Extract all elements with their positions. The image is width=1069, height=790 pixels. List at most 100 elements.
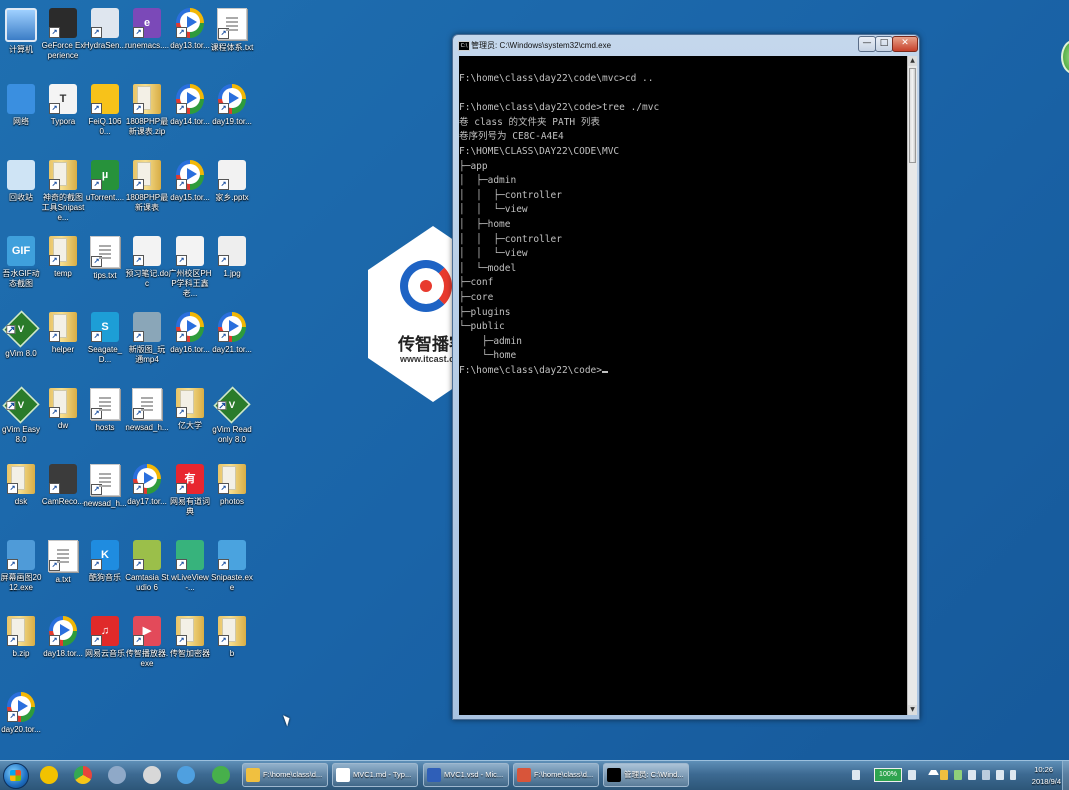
tray-security-icon[interactable] [982, 770, 990, 780]
desktop-icon[interactable]: ↗ 预习笔记.doc [125, 236, 169, 289]
folder-icon: ↗ [49, 312, 77, 342]
network-tool-icon[interactable] [174, 764, 198, 786]
desktop-icon[interactable]: ↗ day16.tor... [168, 312, 212, 355]
taskbar-window-button[interactable]: F:\home\class\d... [242, 763, 328, 787]
desktop-icon[interactable]: ↗ CamReco... [41, 464, 85, 507]
desktop-icon[interactable]: ↗ Snipaste.exe [210, 540, 254, 593]
desktop-icon[interactable]: T ↗ Typora [41, 84, 85, 127]
maximize-button[interactable]: □ [875, 36, 893, 52]
desktop-icon[interactable]: ↗ newsad_h... [83, 464, 127, 509]
tray-ime-icon[interactable] [968, 770, 976, 780]
scroll-up-arrow-icon[interactable]: ▲ [908, 56, 917, 66]
cmd-window[interactable]: C:\ 管理员: C:\Windows\system32\cmd.exe — □… [452, 34, 920, 720]
desktop-icon[interactable]: V ↗ gVim Easy 8.0 [0, 386, 43, 445]
desktop-icon-label: day19.tor... [212, 117, 252, 126]
shortcut-arrow-icon: ↗ [218, 635, 229, 646]
desktop-icon[interactable]: ↗ 家乡.pptx [210, 160, 254, 203]
desktop-icon[interactable]: ↗ 新版图_玩通mp4 [125, 312, 169, 365]
desktop-icon[interactable]: ↗ tips.txt [83, 236, 127, 281]
desktop-icon[interactable]: ↗ 传智加密器 [168, 616, 212, 659]
clock-date[interactable]: 2018/9/4 [1032, 777, 1061, 786]
desktop-icon[interactable]: 计算机 [0, 8, 43, 55]
tray-display-icon[interactable] [996, 770, 1004, 780]
show-desktop-button[interactable] [1062, 761, 1069, 790]
sidebar-gadget-icon[interactable] [1061, 40, 1069, 74]
vertical-scrollbar[interactable]: ▲ ▼ [907, 56, 917, 715]
desktop-icon[interactable]: ▶ ↗ 传智播放器.exe [125, 616, 169, 669]
clock-time[interactable]: 10:26 [1034, 765, 1053, 774]
desktop-icon[interactable]: µ ↗ uTorrent.... [83, 160, 127, 203]
desktop-icon[interactable]: ↗ 1808PHP最新课表.zip [125, 84, 169, 137]
desktop-icon[interactable]: ↗ 亿大学 [168, 388, 212, 431]
desktop-icon-label: 计算机 [9, 45, 33, 54]
desktop-icon[interactable]: V ↗ gVim 8.0 [0, 310, 43, 359]
cmd-titlebar[interactable]: C:\ 管理员: C:\Windows\system32\cmd.exe — □… [453, 35, 919, 55]
taskbar-window-button[interactable]: 管理员: C:\Wind... [603, 763, 689, 787]
desktop-icon[interactable]: ↗ GeForce Experience [41, 8, 85, 61]
desktop-icon-label: tips.txt [93, 271, 117, 280]
desktop-icon[interactable]: ↗ wLiveView-... [168, 540, 212, 593]
desktop-icon[interactable]: ↗ 神奇的截图工具Snipaste... [41, 160, 85, 223]
desktop-icon[interactable]: 网络 [0, 84, 43, 127]
start-button[interactable] [3, 763, 29, 789]
desktop-icon[interactable]: ↗ temp [41, 236, 85, 279]
desktop-icon[interactable]: ↗ day13.tor... [168, 8, 212, 51]
desktop-icon[interactable]: ↗ 广州校区PHP学科王鑫老... [168, 236, 212, 299]
show-hidden-icons-icon[interactable] [928, 770, 939, 775]
tray-power-icon[interactable] [908, 770, 916, 780]
cmd-icon [607, 768, 621, 782]
desktop-icon[interactable]: ↗ a.txt [41, 540, 85, 585]
desktop-icon[interactable]: ↗ 1.jpg [210, 236, 254, 279]
desktop-icon[interactable]: ↗ FeiQ.1060... [83, 84, 127, 137]
desktop-icon[interactable]: ↗ day17.tor... [125, 464, 169, 507]
desktop-icon[interactable]: ↗ day15.tor... [168, 160, 212, 203]
chrome-icon[interactable] [71, 764, 95, 786]
desktop-icon[interactable]: ↗ hosts [83, 388, 127, 433]
virtualbox-icon[interactable] [105, 764, 129, 786]
desktop-icon[interactable]: ↗ 1808PHP最新课表 [125, 160, 169, 213]
desktop-icon[interactable]: ↗ day20.tor... [0, 692, 43, 735]
calculator-icon[interactable] [140, 764, 164, 786]
battery-indicator[interactable]: 100% [874, 768, 902, 782]
desktop-icon[interactable]: ↗ 屏幕画图2012.exe [0, 540, 43, 593]
tray-network-icon[interactable] [954, 770, 962, 780]
console-area[interactable]: F:\home\class\day22\code\mvc>cd .. F:\ho… [459, 56, 907, 715]
desktop-icon[interactable]: ↗ b.zip [0, 616, 43, 659]
visio-icon [427, 768, 441, 782]
desktop-icon[interactable]: ↗ dw [41, 388, 85, 431]
volume-icon[interactable] [1010, 770, 1016, 780]
media-player-icon[interactable] [37, 764, 61, 786]
desktop-icon[interactable]: e ↗ runemacs.... [125, 8, 169, 51]
desktop-icon[interactable]: ↗ day21.tor... [210, 312, 254, 355]
desktop-icon[interactable]: 回收站 [0, 160, 43, 203]
360-icon[interactable] [209, 764, 233, 786]
tray-app-icon[interactable] [852, 770, 860, 780]
desktop-icon[interactable]: ↗ Camtasia Studio 6 [125, 540, 169, 593]
desktop-icon[interactable]: ↗ HydraSen... [83, 8, 127, 51]
tray-flag-icon[interactable] [940, 770, 948, 780]
desktop-icon[interactable]: K ↗ 酷狗音乐 [83, 540, 127, 583]
scroll-thumb[interactable] [909, 68, 916, 163]
close-button[interactable]: ✕ [892, 36, 918, 52]
desktop-icon[interactable]: ↗ day14.tor... [168, 84, 212, 127]
minimize-button[interactable]: — [858, 36, 876, 52]
desktop-icon[interactable]: ♫ ↗ 网易云音乐 [83, 616, 127, 659]
desktop-icon[interactable]: ↗ helper [41, 312, 85, 355]
desktop-icon[interactable]: ↗ day18.tor... [41, 616, 85, 659]
desktop-icon[interactable]: ↗ photos [210, 464, 254, 507]
desktop-icon[interactable]: ↗ dsk [0, 464, 43, 507]
console-prompt-line[interactable]: F:\home\class\day22\code> [459, 364, 907, 379]
desktop-icon[interactable]: 有 ↗ 网易有道词典 [168, 464, 212, 517]
taskbar-window-button[interactable]: MVC1.md - Typ... [332, 763, 418, 787]
typora-icon [336, 768, 350, 782]
taskbar-window-button[interactable]: F:\home\class\d... [513, 763, 599, 787]
desktop-icon[interactable]: V ↗ gVim Read only 8.0 [210, 386, 254, 445]
desktop-icon[interactable]: ↗ day19.tor... [210, 84, 254, 127]
desktop-icon[interactable]: ↗ newsad_h... [125, 388, 169, 433]
desktop-icon[interactable]: S ↗ Seagate_D... [83, 312, 127, 365]
desktop-icon[interactable]: GIF 吾水GIF动态截图 [0, 236, 43, 289]
taskbar-window-button[interactable]: MVC1.vsd - Mic... [423, 763, 509, 787]
desktop-icon[interactable]: ↗ b [210, 616, 254, 659]
scroll-down-arrow-icon[interactable]: ▼ [908, 705, 917, 715]
desktop-icon[interactable]: ↗ 课程体系.txt [210, 8, 254, 53]
